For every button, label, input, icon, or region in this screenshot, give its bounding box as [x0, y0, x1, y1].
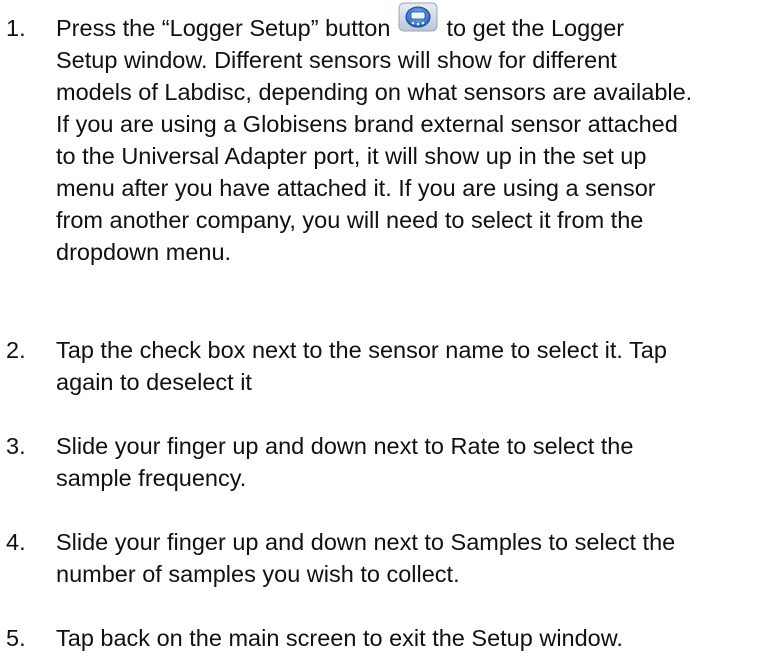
step-text: Slide your finger up and down next to Sa…: [56, 526, 772, 590]
step-line: Press the “Logger Setup” button to get t…: [56, 2, 772, 44]
step-number: 1.: [6, 15, 26, 41]
logger-setup-button-icon-wrap: [398, 2, 438, 44]
step-line: from another company, you will need to s…: [56, 207, 644, 233]
step-line: Slide your finger up and down next to Ra…: [56, 433, 634, 459]
instruction-document: 1. Press the “Logger Setup” button to ge…: [0, 0, 778, 666]
step-line: again to deselect it: [56, 369, 252, 395]
step-number: 3.: [6, 433, 26, 459]
step-number: 4.: [6, 529, 26, 555]
step-line: sample frequency.: [56, 465, 247, 491]
step-line: Slide your finger up and down next to Sa…: [56, 529, 676, 555]
logger-setup-icon: [398, 2, 438, 32]
step-line: Setup window. Different sensors will sho…: [56, 47, 617, 73]
step-line: Tap back on the main screen to exit the …: [56, 625, 623, 651]
step-line: number of samples you wish to collect.: [56, 561, 460, 587]
step-line: models of Labdisc, depending on what sen…: [56, 79, 693, 105]
step-line: If you are using a Globisens brand exter…: [56, 111, 678, 137]
step-number: 2.: [6, 337, 26, 363]
step-line: to the Universal Adapter port, it will s…: [56, 143, 647, 169]
step-line: Tap the check box next to the sensor nam…: [56, 337, 667, 363]
step-number: 5.: [6, 625, 26, 651]
step-line: dropdown menu.: [56, 239, 232, 265]
step-line: menu after you have attached it. If you …: [56, 175, 656, 201]
step-text: Tap back on the main screen to exit the …: [56, 622, 772, 654]
step-text: Tap the check box next to the sensor nam…: [56, 334, 772, 398]
step-text: Slide your finger up and down next to Ra…: [56, 430, 772, 494]
step-text: Press the “Logger Setup” button to get t…: [56, 2, 772, 268]
